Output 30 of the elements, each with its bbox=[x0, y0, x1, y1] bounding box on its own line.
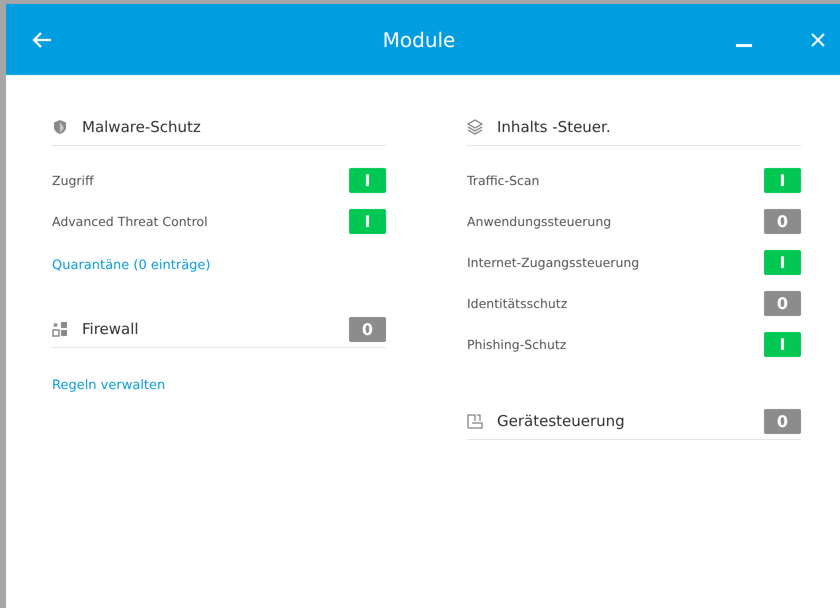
toggle-switch[interactable]: I bbox=[349, 209, 386, 234]
toggle-switch[interactable]: 0 bbox=[349, 316, 386, 342]
toggle-switch[interactable]: I bbox=[764, 332, 801, 357]
device-icon bbox=[467, 413, 483, 429]
back-arrow-icon bbox=[32, 30, 52, 48]
section-title: Firewall bbox=[82, 320, 140, 338]
section-title: Malware-Schutz bbox=[82, 118, 202, 136]
toggle-switch[interactable]: I bbox=[764, 168, 801, 193]
close-icon bbox=[810, 32, 826, 48]
link[interactable]: Quarantäne (0 einträge) bbox=[52, 250, 210, 281]
toggle-switch[interactable]: 0 bbox=[764, 209, 801, 234]
setting-label: Advanced Threat Control bbox=[52, 214, 209, 229]
setting-label: Phishing-Schutz bbox=[467, 337, 568, 352]
toggle-switch[interactable]: 0 bbox=[764, 408, 801, 434]
section-title: Gerätesteuerung bbox=[497, 412, 626, 430]
setting-label: Traffic-Scan bbox=[467, 173, 540, 188]
toggle-switch[interactable]: 0 bbox=[764, 291, 801, 316]
minimize-icon bbox=[736, 44, 752, 47]
layers-icon bbox=[467, 119, 483, 135]
toggle-switch[interactable]: I bbox=[349, 168, 386, 193]
setting-label: Zugriff bbox=[52, 173, 95, 188]
shield-icon bbox=[52, 119, 68, 135]
blocks-icon bbox=[52, 321, 68, 337]
setting-label: Anwendungssteuerung bbox=[467, 214, 612, 229]
link[interactable]: Regeln verwalten bbox=[52, 370, 166, 401]
toggle-switch[interactable]: I bbox=[764, 250, 801, 275]
section-title: Inhalts -Steuer. bbox=[497, 118, 612, 136]
window-title: Module bbox=[382, 28, 456, 52]
setting-label: Identitätsschutz bbox=[467, 296, 568, 311]
setting-label: Internet-Zugangssteuerung bbox=[467, 255, 640, 270]
